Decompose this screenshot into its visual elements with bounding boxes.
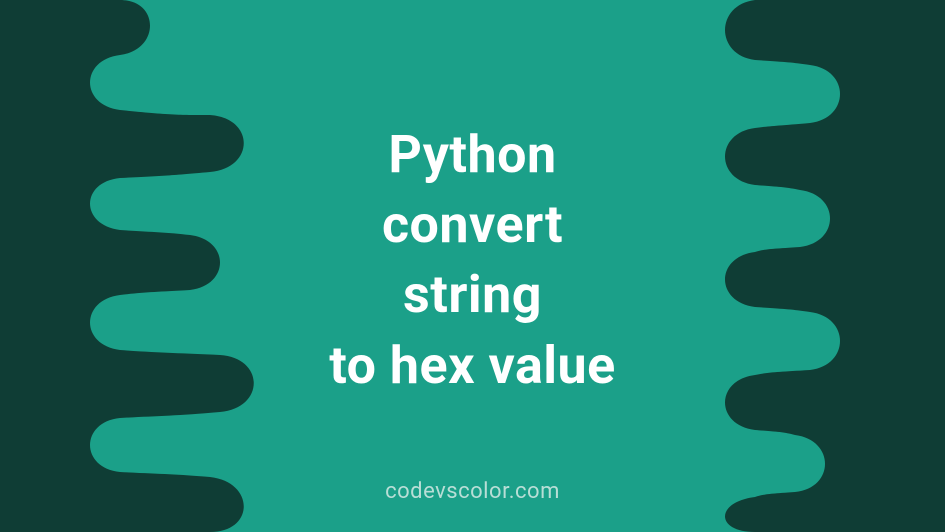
title-line-1: Python — [0, 120, 945, 190]
banner-canvas: Python convert string to hex value codev… — [0, 0, 945, 532]
title-line-3: string — [0, 260, 945, 330]
title-line-4: to hex value — [0, 331, 945, 401]
watermark-text: codevscolor.com — [0, 479, 945, 504]
title-line-2: convert — [0, 190, 945, 260]
banner-title: Python convert string to hex value — [0, 120, 945, 401]
